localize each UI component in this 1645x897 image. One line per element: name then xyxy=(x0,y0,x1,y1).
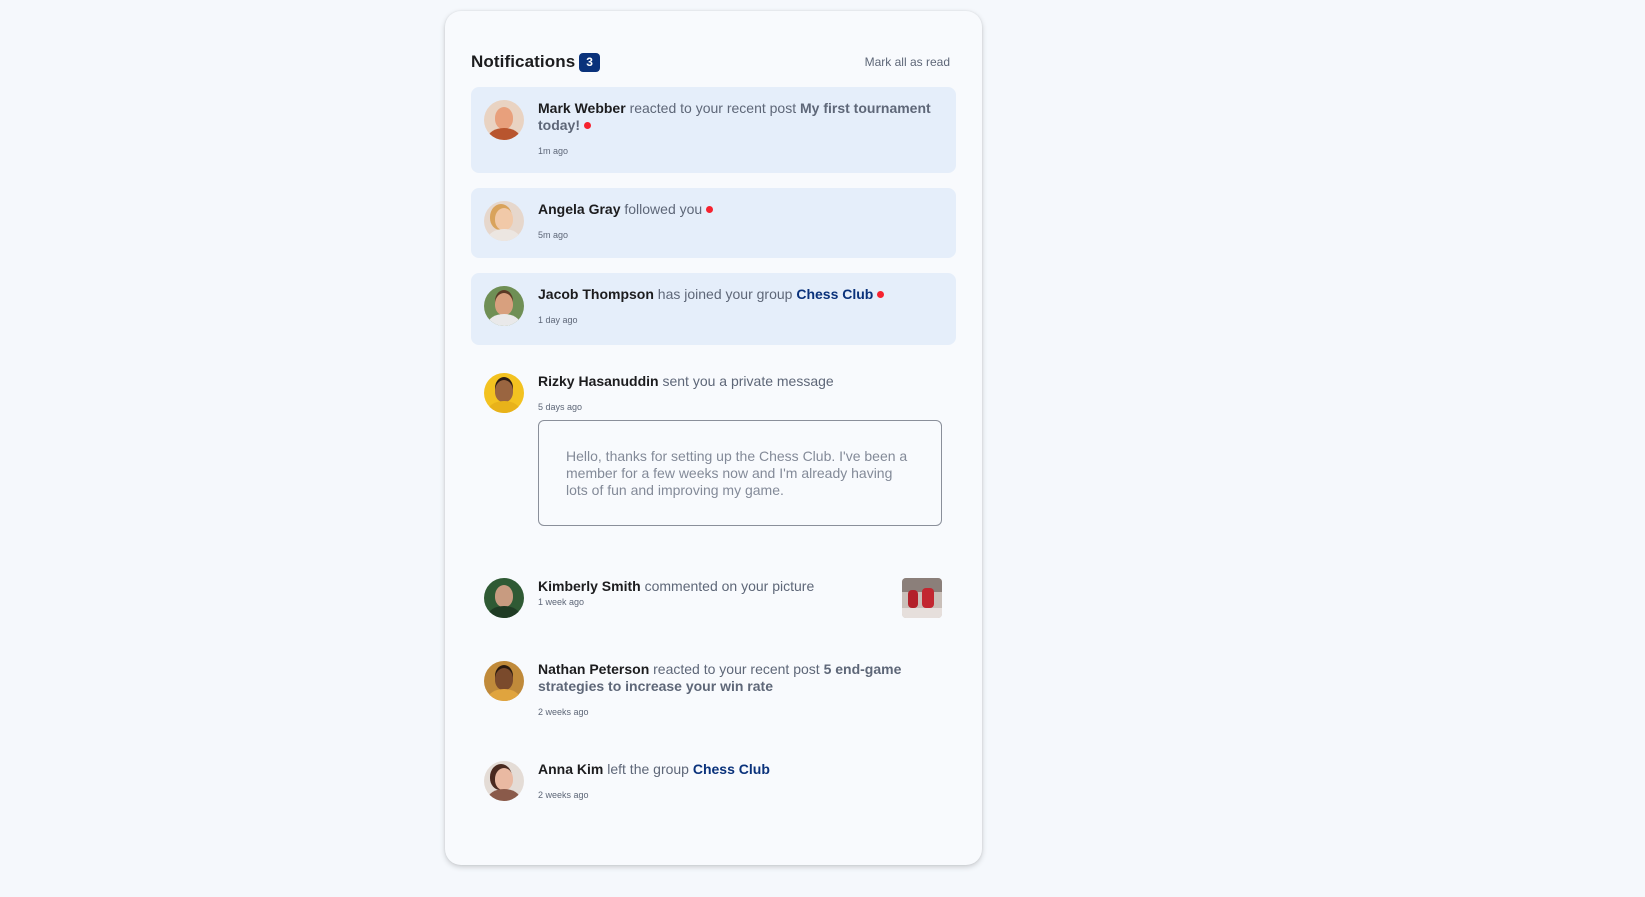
group-link[interactable]: Chess Club xyxy=(693,761,770,777)
unread-dot-icon xyxy=(877,291,885,298)
notification-text: Mark Webber reacted to your recent post … xyxy=(538,100,942,134)
notification-content: Jacob Thompson has joined your group Che… xyxy=(538,286,942,345)
notification-item[interactable]: Mark Webber reacted to your recent post … xyxy=(471,87,956,173)
notification-action: has joined your group xyxy=(657,286,793,302)
user-name-link[interactable]: Kimberly Smith xyxy=(538,578,641,594)
notification-time: 2 weeks ago xyxy=(538,707,589,717)
avatar-icon[interactable] xyxy=(484,761,524,801)
notification-text: Rizky Hasanuddin sent you a private mess… xyxy=(538,373,942,390)
notification-time: 5 days ago xyxy=(538,402,583,412)
avatar-icon[interactable] xyxy=(484,661,524,701)
notification-item[interactable]: Jacob Thompson has joined your group Che… xyxy=(471,273,956,345)
user-name-link[interactable]: Mark Webber xyxy=(538,100,626,116)
avatar-icon[interactable] xyxy=(484,100,524,140)
user-name-link[interactable]: Angela Gray xyxy=(538,201,620,217)
avatar-icon[interactable] xyxy=(484,286,524,326)
notification-item[interactable]: Rizky Hasanuddin sent you a private mess… xyxy=(471,360,956,550)
avatar-icon[interactable] xyxy=(484,578,524,618)
notification-action: reacted to your recent post xyxy=(629,100,797,116)
notification-action: left the group xyxy=(607,761,689,777)
notification-time: 2 weeks ago xyxy=(538,790,589,800)
notification-text: Jacob Thompson has joined your group Che… xyxy=(538,286,942,303)
private-message-preview[interactable]: Hello, thanks for setting up the Chess C… xyxy=(538,420,942,526)
notification-content: Rizky Hasanuddin sent you a private mess… xyxy=(538,373,942,550)
notification-item[interactable]: Nathan Peterson reacted to your recent p… xyxy=(471,648,956,733)
notification-item[interactable]: Anna Kim left the group Chess Club 2 wee… xyxy=(471,748,956,818)
notification-text: Kimberly Smith commented on your picture xyxy=(538,578,902,595)
group-link[interactable]: Chess Club xyxy=(796,286,873,302)
chess-picture-thumbnail-icon[interactable] xyxy=(902,578,942,618)
notification-content: Mark Webber reacted to your recent post … xyxy=(538,100,942,173)
unread-dot-icon xyxy=(706,206,714,213)
notification-text: Angela Gray followed you xyxy=(538,201,942,218)
unread-count-badge: 3 xyxy=(579,52,600,72)
notification-action: reacted to your recent post xyxy=(653,661,820,677)
notifications-header: Notifications 3 Mark all as read xyxy=(471,49,956,75)
avatar-icon[interactable] xyxy=(484,373,524,413)
mark-all-as-read-button[interactable]: Mark all as read xyxy=(865,55,950,69)
notification-text: Anna Kim left the group Chess Club xyxy=(538,761,942,778)
notification-time: 1 day ago xyxy=(538,315,578,325)
notifications-card: Notifications 3 Mark all as read Mark We… xyxy=(445,11,982,865)
notification-time: 5m ago xyxy=(538,230,569,240)
notification-content: Angela Gray followed you 5m ago xyxy=(538,201,942,258)
unread-dot-icon xyxy=(584,122,591,129)
header-title-group: Notifications 3 xyxy=(471,52,600,72)
notification-action: followed you xyxy=(624,201,703,217)
notification-action: sent you a private message xyxy=(662,373,834,389)
user-name-link[interactable]: Anna Kim xyxy=(538,761,603,777)
page-title: Notifications xyxy=(471,52,576,71)
user-name-link[interactable]: Nathan Peterson xyxy=(538,661,649,677)
notification-content: Anna Kim left the group Chess Club 2 wee… xyxy=(538,761,942,818)
user-name-link[interactable]: Jacob Thompson xyxy=(538,286,654,302)
user-name-link[interactable]: Rizky Hasanuddin xyxy=(538,373,659,389)
notification-text: Nathan Peterson reacted to your recent p… xyxy=(538,661,942,695)
notification-time: 1 week ago xyxy=(538,597,585,607)
notification-item[interactable]: Kimberly Smith commented on your picture… xyxy=(471,565,956,633)
notification-content: Kimberly Smith commented on your picture… xyxy=(538,578,902,633)
avatar-icon[interactable] xyxy=(484,201,524,241)
notification-time: 1m ago xyxy=(538,146,569,156)
notification-action: commented on your picture xyxy=(644,578,815,594)
notification-content: Nathan Peterson reacted to your recent p… xyxy=(538,661,942,733)
notification-item[interactable]: Angela Gray followed you 5m ago xyxy=(471,188,956,258)
